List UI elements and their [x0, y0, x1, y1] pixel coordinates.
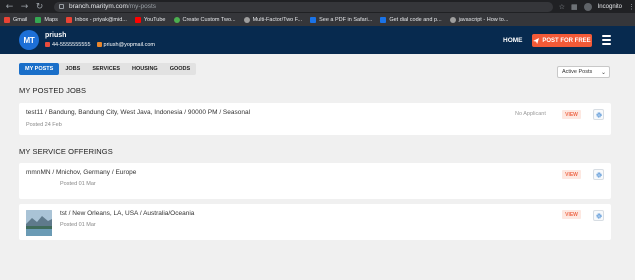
- hamburger-menu-icon[interactable]: [602, 35, 611, 45]
- address-bar[interactable]: branch.maritym.com /my-posts: [54, 1, 553, 12]
- service-post-card: tst / New Orleans, LA, USA / Australia/O…: [19, 204, 611, 240]
- job-post-date: Posted 24 Feb: [26, 122, 62, 128]
- chevron-down-icon: ⌄: [600, 70, 606, 76]
- email-contact: priush@yopmail.com: [96, 42, 155, 48]
- service-post-card: mmnMN / Mnichov, Germany / Europe Posted…: [19, 163, 611, 199]
- phone-icon: [45, 42, 50, 48]
- tab-jobs[interactable]: JOBS: [59, 63, 86, 75]
- settings-button[interactable]: [593, 169, 604, 180]
- browser-toolbar: ← → ↻ branch.maritym.com /my-posts ☆ ▦ I…: [0, 0, 635, 13]
- service-post-date: Posted 01 Mar: [60, 222, 96, 228]
- applicant-count: No Applicant: [515, 111, 546, 117]
- bookmark-mfa[interactable]: Multi-Factor/Two F...: [243, 16, 302, 23]
- page-icon: [380, 16, 387, 23]
- service-post-title[interactable]: tst / New Orleans, LA, USA / Australia/O…: [60, 210, 194, 217]
- lock-icon: [59, 4, 64, 9]
- star-icon[interactable]: ☆: [559, 3, 565, 11]
- back-arrow-icon[interactable]: ←: [5, 2, 14, 12]
- app-header: MT priush 44-5555555555 priush@yopmail.c…: [0, 26, 635, 54]
- tab-my-posts[interactable]: MY POSTS: [19, 63, 60, 75]
- gear-icon: [595, 111, 602, 118]
- tab-goods[interactable]: GOODS: [164, 63, 196, 75]
- bookmark-maps[interactable]: Maps: [35, 16, 58, 23]
- mail-icon: [96, 42, 102, 48]
- youtube-icon: [134, 16, 141, 23]
- home-link[interactable]: HOME: [503, 37, 523, 44]
- bookmark-gmail[interactable]: Gmail: [4, 16, 27, 23]
- user-name: priush: [45, 32, 67, 39]
- gear-icon: [595, 171, 602, 178]
- more-vert-icon[interactable]: ⋮: [628, 3, 635, 11]
- page-icon: [173, 16, 180, 23]
- logo[interactable]: MT: [19, 30, 39, 50]
- forward-arrow-icon[interactable]: →: [20, 2, 29, 12]
- landscape-photo: [26, 210, 52, 236]
- view-button[interactable]: VIEW: [562, 210, 581, 219]
- page-icon: [243, 16, 250, 23]
- settings-button[interactable]: [593, 210, 604, 221]
- maps-icon: [35, 16, 42, 23]
- post-status-select[interactable]: Active Posts ⌄: [557, 66, 610, 78]
- extensions-icon[interactable]: ▦: [571, 3, 578, 11]
- post-for-free-button[interactable]: POST FOR FREE: [532, 34, 592, 47]
- settings-button[interactable]: [593, 109, 604, 120]
- send-icon: [533, 37, 540, 44]
- phone-contact: 44-5555555555: [45, 42, 91, 48]
- bookmark-dial-code[interactable]: Get dial code and p...: [380, 16, 442, 23]
- page-icon: [449, 16, 456, 23]
- tab-housing[interactable]: HOUSING: [126, 63, 164, 75]
- bookmark-inbox[interactable]: Inbox - priyak@mid...: [65, 16, 127, 23]
- incognito-label: Incognito: [597, 3, 622, 10]
- incognito-icon[interactable]: [583, 2, 592, 11]
- job-post-title[interactable]: test11 / Bandung, Bandung City, West Jav…: [26, 109, 250, 116]
- job-post-card: test11 / Bandung, Bandung City, West Jav…: [19, 103, 611, 135]
- page-icon: [310, 16, 317, 23]
- url-path: /my-posts: [127, 3, 157, 10]
- gear-icon: [595, 212, 602, 219]
- post-thumbnail[interactable]: [26, 210, 52, 236]
- bookmark-javascript[interactable]: javascript - How to...: [449, 16, 508, 23]
- view-button[interactable]: VIEW: [562, 110, 581, 119]
- view-button[interactable]: VIEW: [562, 170, 581, 179]
- url-host: branch.maritym.com: [69, 3, 128, 10]
- jobs-section-title: MY POSTED JOBS: [19, 86, 87, 95]
- bookmark-youtube[interactable]: YouTube: [134, 16, 166, 23]
- service-post-date: Posted 01 Mar: [60, 181, 96, 187]
- tab-services[interactable]: SERVICES: [86, 63, 126, 75]
- mail-icon: [65, 16, 72, 23]
- bookmark-pdf-safari[interactable]: See a PDF in Safari...: [310, 16, 372, 23]
- reload-icon[interactable]: ↻: [35, 2, 44, 12]
- gmail-icon: [4, 16, 10, 23]
- category-tabs: MY POSTS JOBS SERVICES HOUSING GOODS: [19, 63, 197, 75]
- service-post-title[interactable]: mmnMN / Mnichov, Germany / Europe: [26, 169, 136, 176]
- bookmark-create-custom[interactable]: Create Custom Two...: [173, 16, 236, 23]
- bookmarks-bar: Gmail Maps Inbox - priyak@mid... YouTube…: [0, 13, 635, 26]
- services-section-title: MY SERVICE OFFERINGS: [19, 147, 113, 156]
